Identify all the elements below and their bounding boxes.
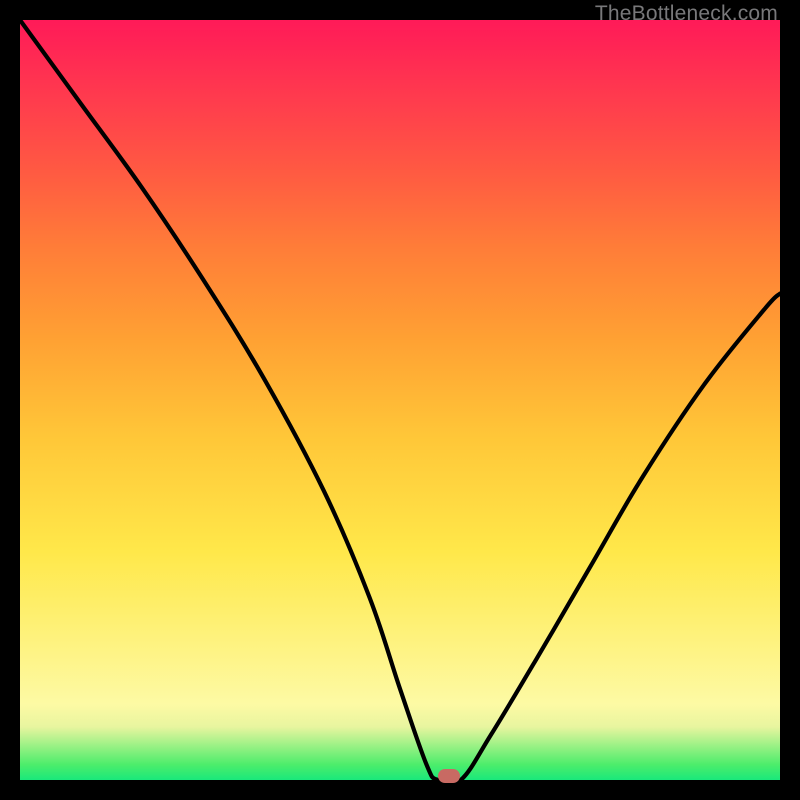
plot-area: [20, 20, 780, 780]
watermark-text: TheBottleneck.com: [595, 2, 778, 26]
optimum-marker: [438, 769, 460, 783]
curve-path: [20, 20, 780, 780]
chart-frame: TheBottleneck.com: [0, 0, 800, 800]
bottleneck-curve: [20, 20, 780, 780]
